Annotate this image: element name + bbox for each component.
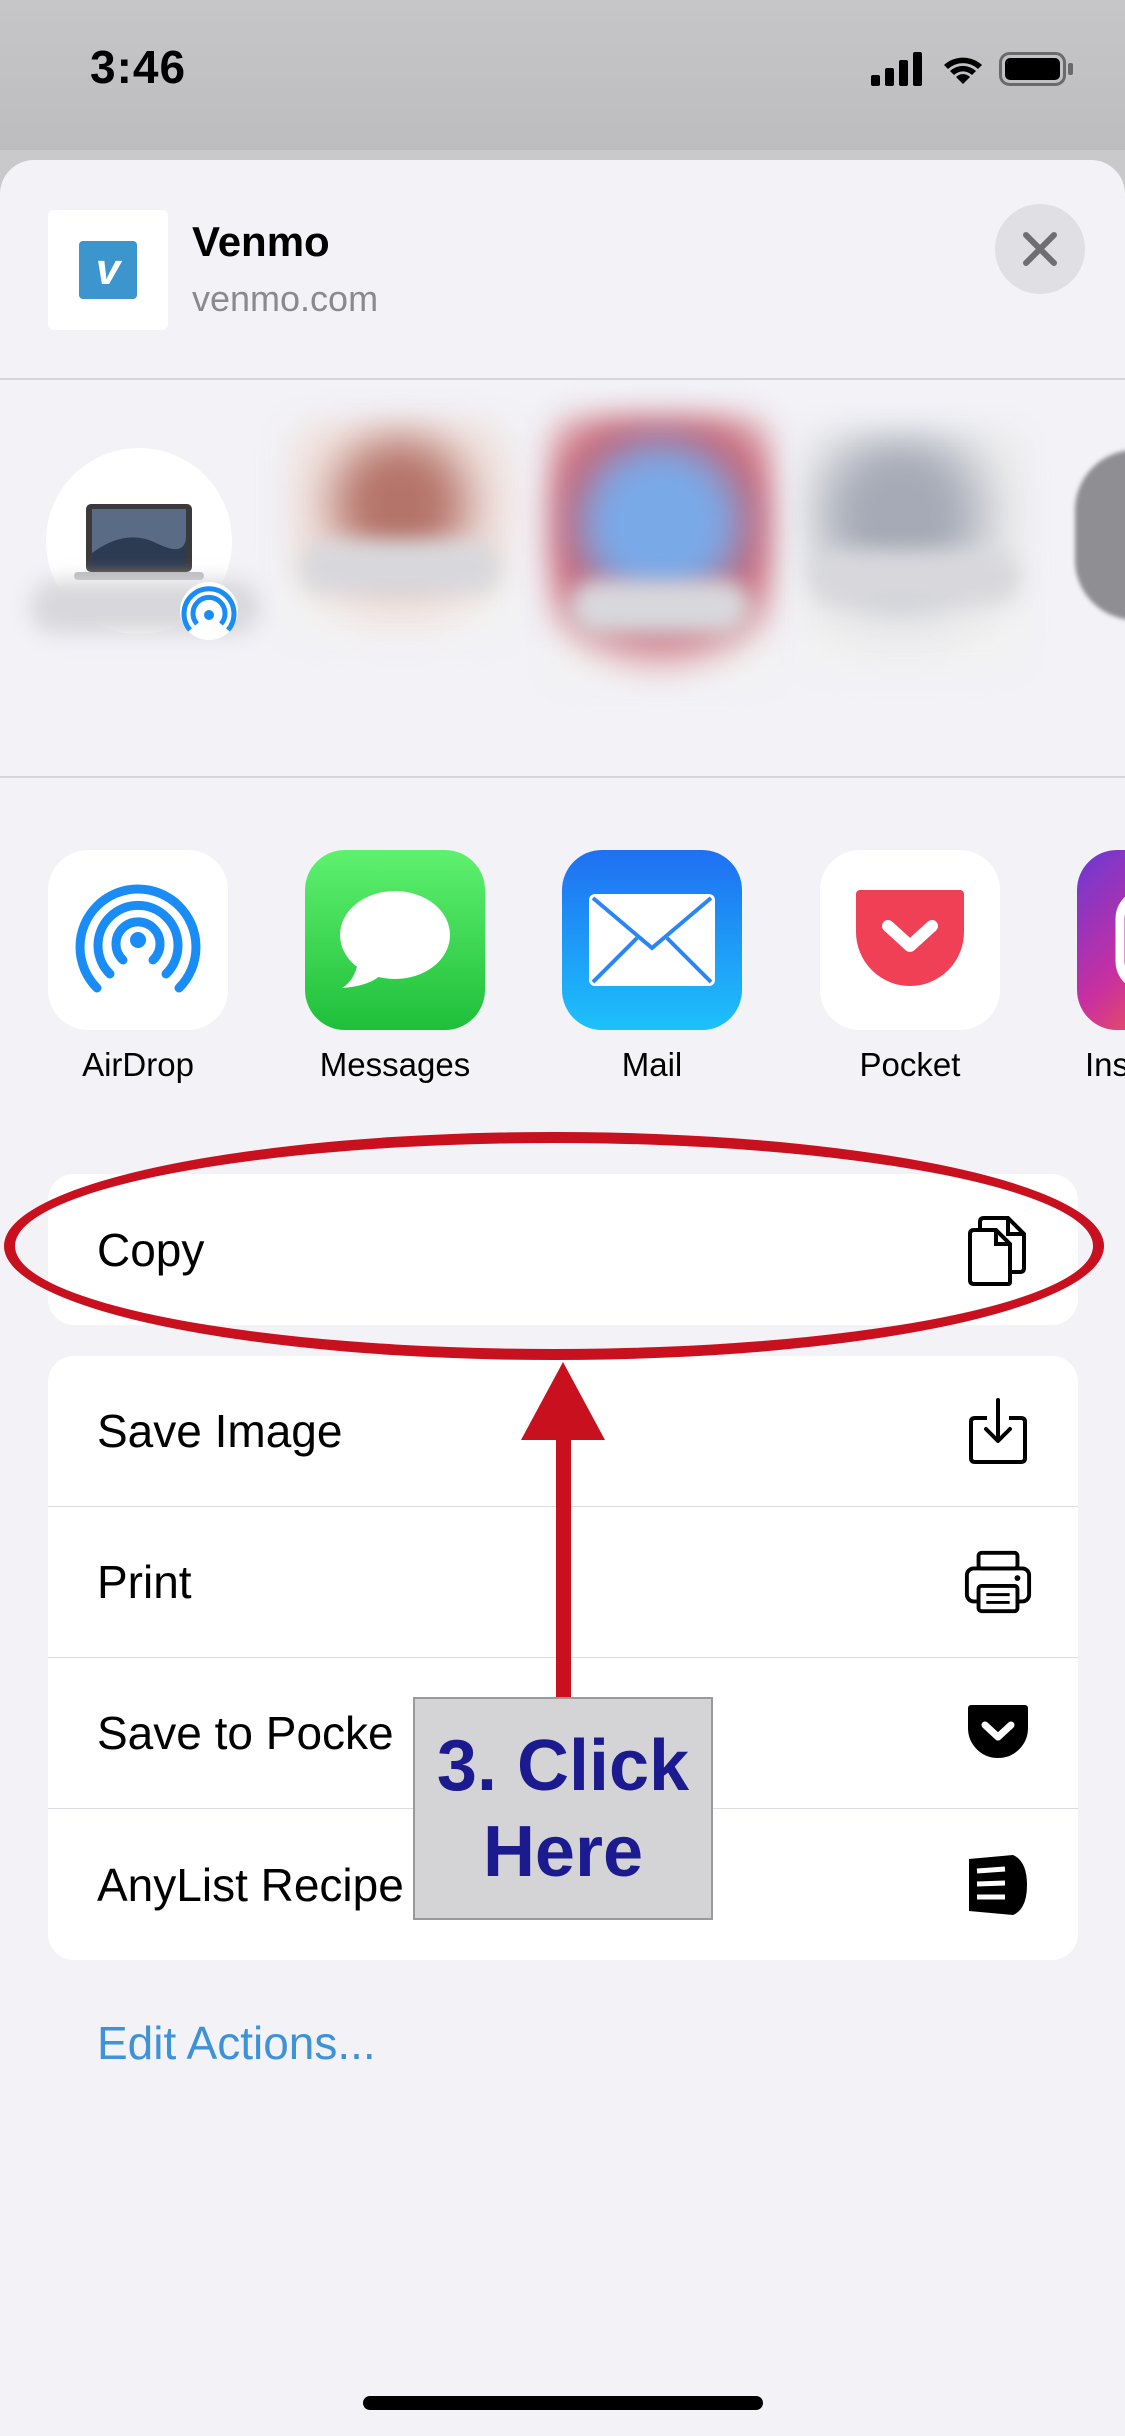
app-instagram[interactable]: Ins bbox=[1077, 850, 1125, 1084]
app-label: AirDrop bbox=[82, 1046, 194, 1083]
close-button[interactable] bbox=[995, 204, 1085, 294]
status-time: 3:46 bbox=[90, 41, 187, 93]
share-header: v Venmo venmo.com bbox=[0, 160, 1125, 378]
close-icon bbox=[1023, 232, 1057, 266]
home-indicator bbox=[363, 2396, 763, 2410]
action-label: Print bbox=[97, 1556, 192, 1608]
action-label: Save to Pocke bbox=[97, 1707, 394, 1759]
status-bar: 3:46 bbox=[0, 0, 1125, 150]
action-label: AnyList Recipe bbox=[97, 1858, 404, 1911]
instagram-app-icon bbox=[1077, 850, 1125, 1030]
share-title: Venmo bbox=[192, 218, 330, 265]
pocket-icon bbox=[963, 1696, 1033, 1770]
contact-suggestion[interactable] bbox=[285, 420, 515, 640]
app-label: Messages bbox=[319, 1046, 471, 1083]
battery-icon bbox=[999, 52, 1073, 86]
app-label: Ins bbox=[1085, 1046, 1125, 1083]
action-label: Save Image bbox=[97, 1405, 343, 1457]
wifi-icon bbox=[944, 57, 982, 84]
app-pocket[interactable]: Pocket bbox=[820, 850, 1000, 1084]
edit-actions-link[interactable]: Edit Actions... bbox=[97, 2016, 376, 2070]
venmo-app-icon: v bbox=[48, 210, 168, 330]
annotation-text: 3. Click Here bbox=[436, 1725, 690, 1892]
app-airdrop[interactable]: AirDrop bbox=[48, 850, 228, 1084]
contact-suggestions-row bbox=[0, 380, 1125, 685]
mail-app-icon bbox=[562, 850, 742, 1030]
contact-name bbox=[570, 580, 750, 634]
contact-name bbox=[300, 540, 500, 594]
airdrop-icon bbox=[75, 884, 201, 993]
print-icon bbox=[963, 1545, 1033, 1619]
contact-suggestion[interactable] bbox=[1075, 450, 1125, 620]
venmo-logo: v bbox=[79, 241, 137, 299]
save-image-icon bbox=[963, 1394, 1033, 1468]
airdrop-app-icon bbox=[48, 850, 228, 1030]
share-subtitle: venmo.com bbox=[192, 278, 379, 319]
annotation-callout: 3. Click Here bbox=[413, 1697, 713, 1920]
mail-icon bbox=[589, 894, 715, 986]
app-label: Pocket bbox=[859, 1046, 961, 1083]
anylist-icon bbox=[963, 1848, 1033, 1922]
contact-name bbox=[810, 550, 1020, 604]
airdrop-badge bbox=[180, 582, 238, 640]
messages-icon bbox=[340, 891, 450, 988]
instagram-icon bbox=[1115, 896, 1125, 984]
app-mail[interactable]: Mail bbox=[562, 850, 742, 1084]
contact-suggestion[interactable] bbox=[548, 415, 773, 685]
airdrop-icon bbox=[181, 586, 237, 632]
annotation-ellipse bbox=[4, 1132, 1104, 1360]
divider bbox=[0, 776, 1125, 778]
messages-app-icon bbox=[305, 850, 485, 1030]
apps-row: AirDrop Messages Mail Pocket Ins bbox=[0, 850, 1125, 1110]
cellular-signal-icon bbox=[871, 52, 922, 86]
pocket-app-icon bbox=[820, 850, 1000, 1030]
annotation-arrow-shaft bbox=[556, 1418, 571, 1700]
app-messages[interactable]: Messages bbox=[305, 850, 485, 1084]
pocket-icon bbox=[856, 890, 964, 986]
status-icons bbox=[871, 48, 1081, 88]
app-label: Mail bbox=[621, 1046, 683, 1083]
